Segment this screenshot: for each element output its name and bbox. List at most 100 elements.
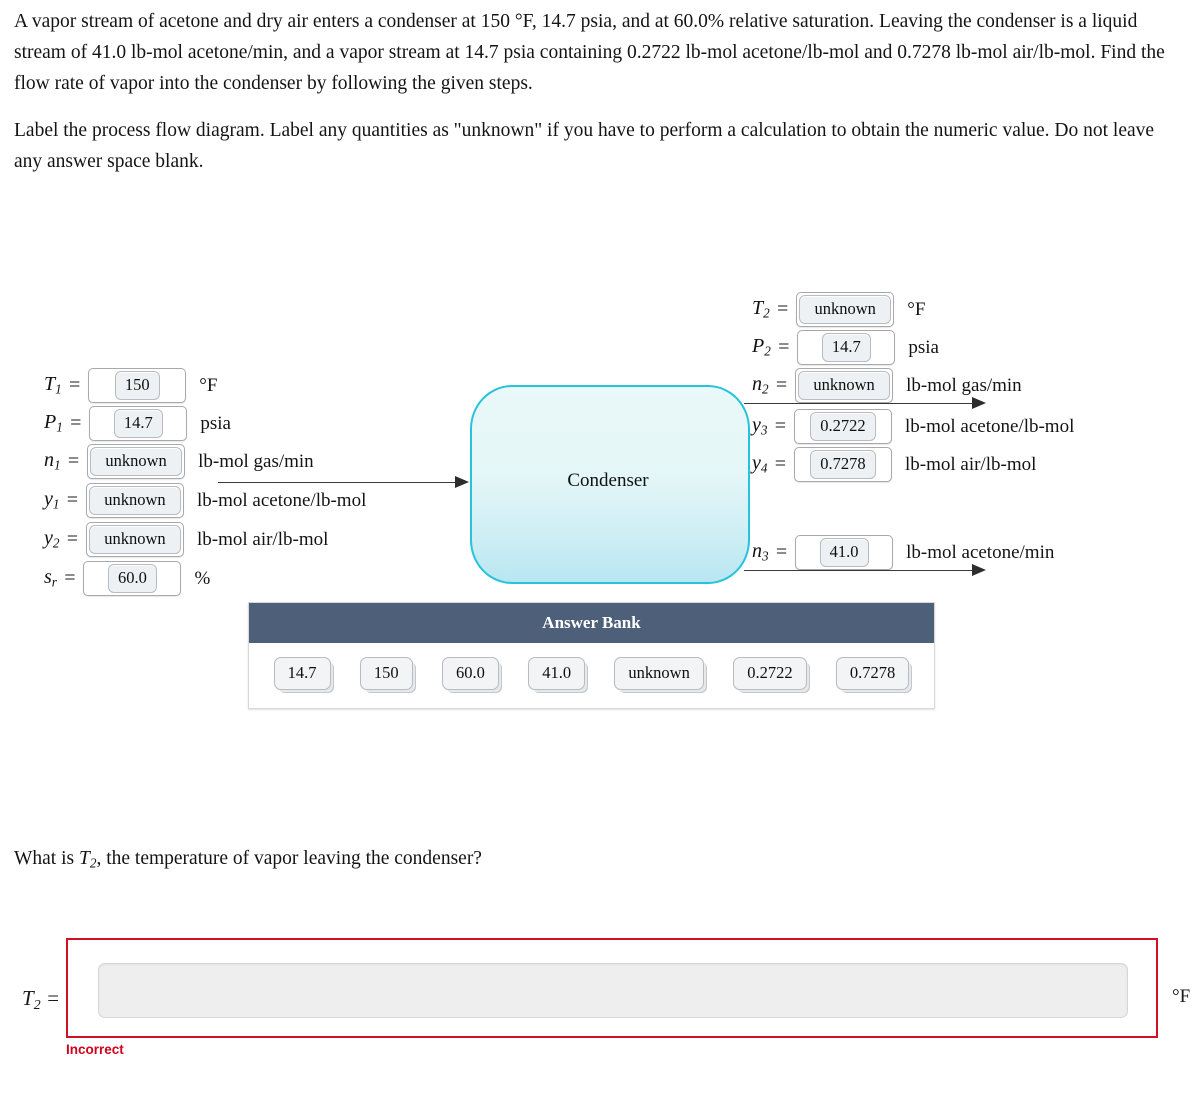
inlet-symbol-P1: P1 [44,411,63,435]
inlet-dropzone-sr[interactable]: 60.0 [83,561,182,596]
vapor-unit-n2: lb-mol gas/min [906,374,1022,396]
inlet-equals-sr: = [62,567,77,589]
liquid-outlet-line [744,570,976,571]
answer-unit: °F [1172,986,1191,1007]
vapor-row-T2: T2 = unknown °F [752,292,925,327]
liquid-equals-n3: = [774,541,789,563]
vapor-unit-y3: lb-mol acetone/lb-mol [904,415,1075,437]
vapor-tile-y4[interactable]: 0.7278 [810,450,876,479]
liquid-dropzone-n3[interactable]: 41.0 [795,535,894,570]
inlet-dropzone-n1[interactable]: unknown [87,444,186,479]
inlet-unit-sr: % [194,567,211,589]
vapor-symbol-n2: n2 [752,373,769,397]
vapor-dropzone-y3[interactable]: 0.2722 [793,409,892,444]
vapor-equals-T2: = [775,298,790,320]
inlet-unit-n1: lb-mol gas/min [198,450,314,472]
inlet-dropzone-y1[interactable]: unknown [85,483,184,518]
vapor-dropzone-P2[interactable]: 14.7 [797,330,896,365]
inlet-tile-T1[interactable]: 150 [114,371,160,400]
answer-bank-tile[interactable]: 0.2722 [733,657,807,690]
inlet-tile-sr[interactable]: 60.0 [108,564,157,593]
answer-label-symbol: T [22,986,34,1010]
liquid-symbol-n3: n3 [752,540,769,564]
answer-label-subscript: 2 [33,997,41,1013]
inlet-unit-P1: psia [200,412,231,434]
answer-bank-tile[interactable]: unknown [614,657,704,690]
liquid-row-n3: n3 = 41.0 lb-mol acetone/min [752,535,1054,570]
inlet-equals-y1: = [65,489,79,511]
inlet-unit-y2: lb-mol air/lb-mol [196,528,329,550]
problem-paragraph-2: Label the process flow diagram. Label an… [14,120,1155,172]
vapor-dropzone-n2[interactable]: unknown [795,368,894,403]
inlet-row-sr: sr = 60.0 % [44,561,210,596]
inlet-tile-n1[interactable]: unknown [90,447,183,476]
vapor-tile-P2[interactable]: 14.7 [821,333,871,362]
inlet-symbol-y2: y2 [44,527,60,551]
question-suffix: , the temperature of vapor leaving the c… [96,848,482,869]
inlet-dropzone-y2[interactable]: unknown [85,522,184,557]
status-incorrect: Incorrect [66,1042,124,1057]
vapor-tile-T2[interactable]: unknown [799,295,892,324]
inlet-tile-y2[interactable]: unknown [88,525,181,554]
inlet-equals-T1: = [67,374,82,396]
vapor-equals-P2: = [776,336,791,358]
inlet-symbol-y1: y1 [44,488,60,512]
inlet-symbol-sr: sr [44,566,57,590]
vapor-equals-n2: = [774,374,789,396]
vapor-symbol-P2: P2 [752,335,771,359]
vapor-row-n2: n2 = unknown lb-mol gas/min [752,368,1022,403]
inlet-tile-P1[interactable]: 14.7 [113,409,163,438]
vapor-row-P2: P2 = 14.7 psia [752,330,939,365]
inlet-equals-n1: = [66,450,81,472]
inlet-equals-y2: = [65,528,79,550]
answer-area: T2 = °F Incorrect [14,938,1194,1063]
vapor-row-y3: y3 = 0.2722 lb-mol acetone/lb-mol [752,409,1074,444]
answer-input[interactable] [98,963,1128,1018]
vapor-dropzone-T2[interactable]: unknown [796,292,895,327]
inlet-unit-y1: lb-mol acetone/lb-mol [196,489,367,511]
answer-label-equals: = [45,986,61,1010]
answer-bank-tiles: 14.7 150 60.0 41.0 unknown 0.2722 0.7278 [249,643,934,708]
vapor-tile-y3[interactable]: 0.2722 [810,412,876,441]
answer-bank: Answer Bank 14.7 150 60.0 41.0 unknown 0… [248,602,935,709]
question-symbol: T [78,848,90,869]
answer-bank-tile[interactable]: 60.0 [441,657,499,690]
vapor-outlet-line [744,403,976,404]
answer-bank-tile[interactable]: 0.7278 [835,657,910,690]
liquid-tile-n3[interactable]: 41.0 [819,538,869,567]
answer-bank-tile[interactable]: 41.0 [528,657,586,690]
problem-paragraph-1: A vapor stream of acetone and dry air en… [14,11,1165,94]
vapor-dropzone-y4[interactable]: 0.7278 [793,447,892,482]
inlet-symbol-T1: T1 [44,373,62,397]
answer-bank-tile[interactable]: 14.7 [273,657,331,690]
liquid-unit-n3: lb-mol acetone/min [906,541,1055,563]
inlet-row-P1: P1 = 14.7 psia [44,406,231,441]
vapor-unit-y4: lb-mol air/lb-mol [904,453,1037,475]
answer-bank-tile[interactable]: 150 [359,657,413,690]
question-text: What is T2, the temperature of vapor lea… [14,848,482,872]
problem-statement: A vapor stream of acetone and dry air en… [14,6,1174,193]
vapor-row-y4: y4 = 0.7278 lb-mol air/lb-mol [752,447,1036,482]
inlet-dropzone-T1[interactable]: 150 [88,368,187,403]
inlet-tile-y1[interactable]: unknown [88,486,181,515]
inlet-symbol-n1: n1 [44,449,61,473]
vapor-symbol-y4: y4 [752,452,768,476]
vapor-equals-y3: = [773,415,787,437]
inlet-dropzone-P1[interactable]: 14.7 [89,406,188,441]
inlet-row-n1: n1 = unknown lb-mol gas/min [44,444,314,479]
inlet-row-y1: y1 = unknown lb-mol acetone/lb-mol [44,483,366,518]
inlet-equals-P1: = [68,412,83,434]
vapor-equals-y4: = [773,453,787,475]
answer-input-container [66,938,1158,1038]
vapor-unit-P2: psia [908,336,939,358]
vapor-unit-T2: °F [907,298,926,320]
inlet-row-T1: T1 = 150 °F [44,368,217,403]
answer-bank-title: Answer Bank [249,603,934,643]
inlet-unit-T1: °F [199,374,218,396]
inlet-row-y2: y2 = unknown lb-mol air/lb-mol [44,522,328,557]
vapor-symbol-y3: y3 [752,414,768,438]
question-prefix: What is [14,848,79,869]
inlet-stream-arrowhead [455,476,469,488]
answer-label: T2 = [22,986,60,1013]
vapor-tile-n2[interactable]: unknown [798,371,891,400]
